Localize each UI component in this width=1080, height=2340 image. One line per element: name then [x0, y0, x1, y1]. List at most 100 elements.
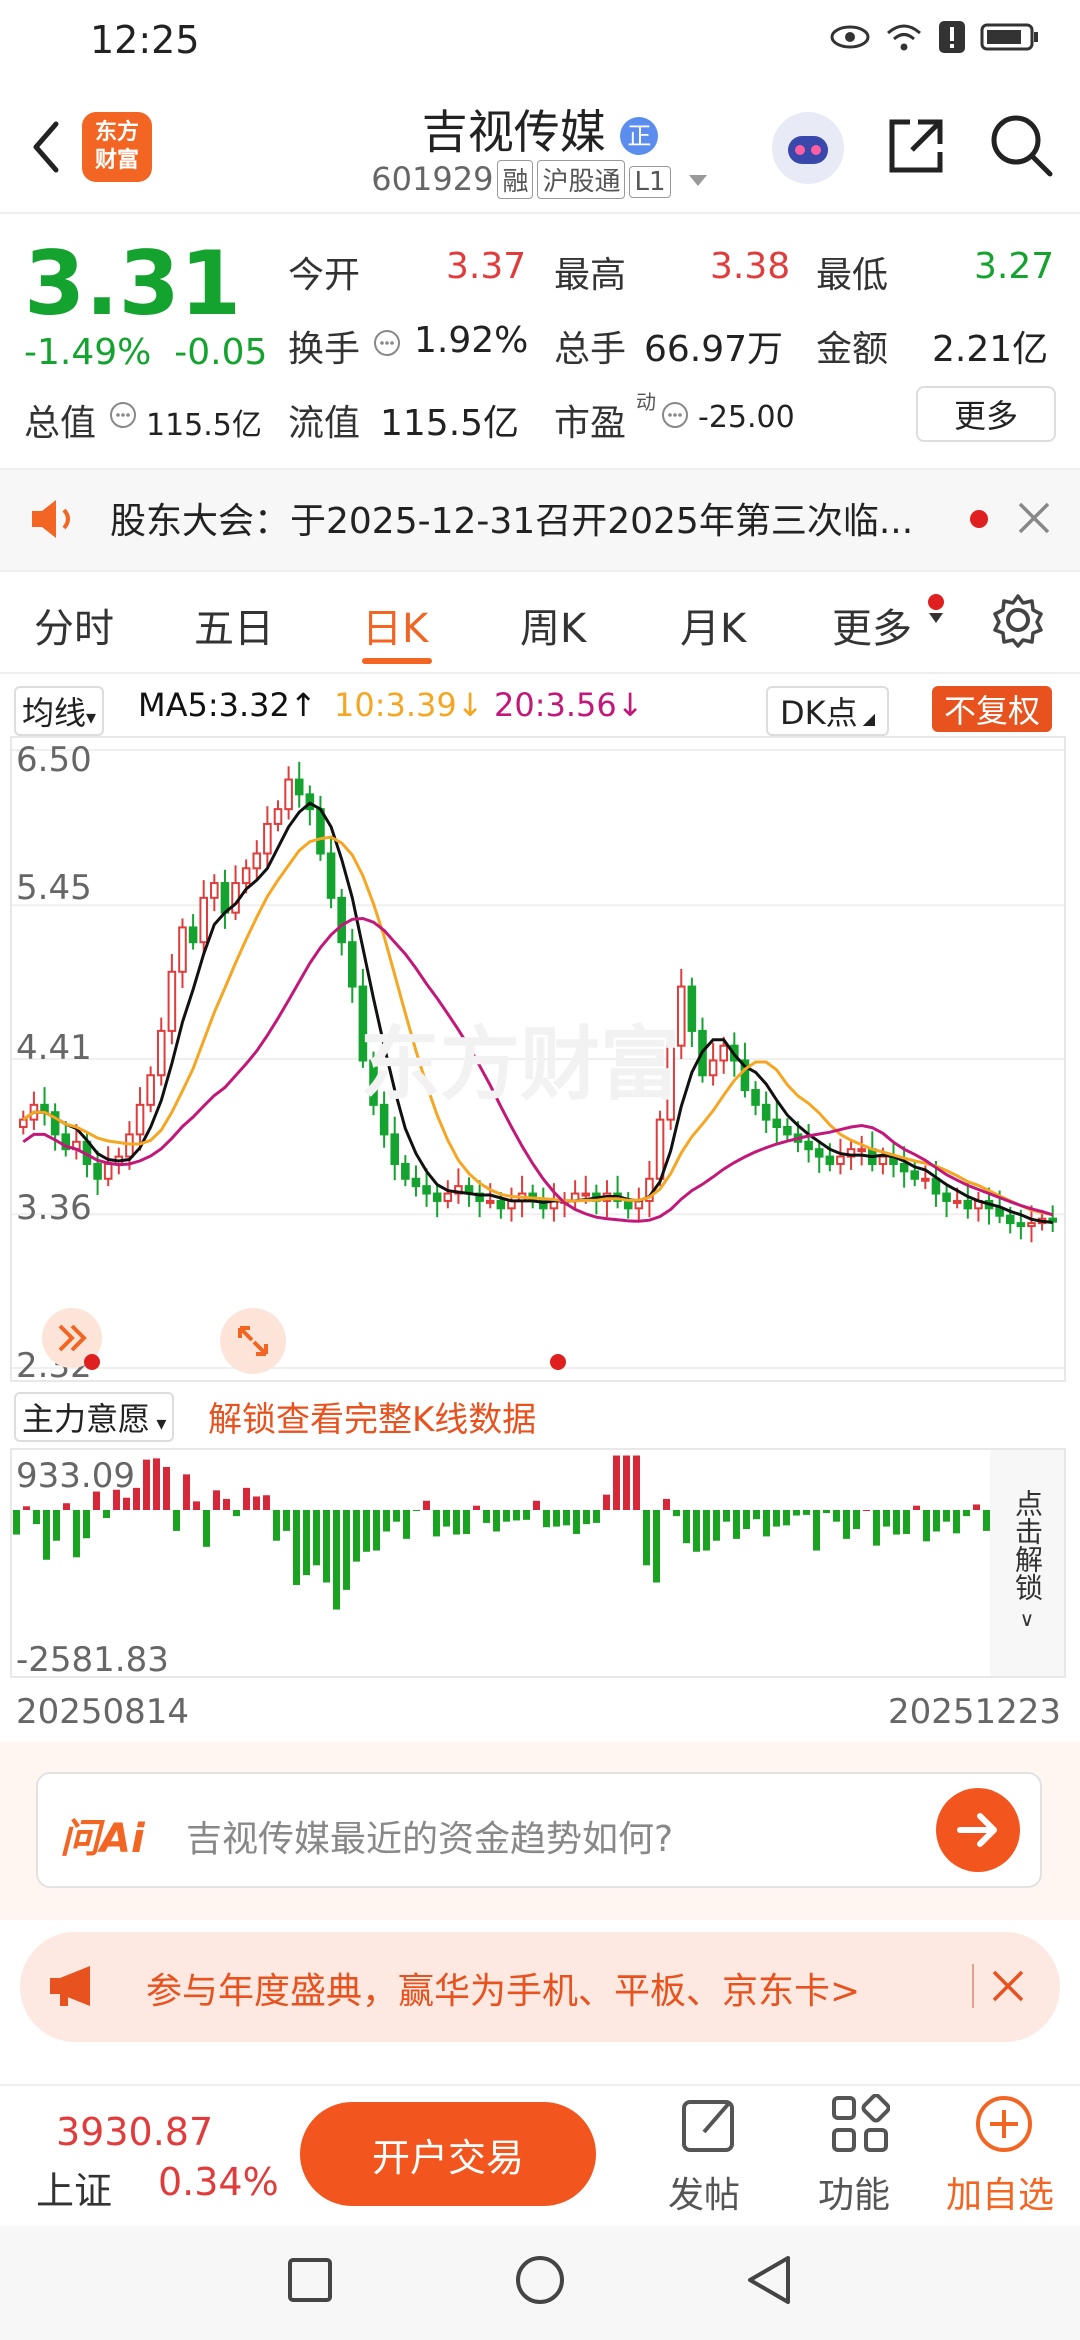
- function-grid-icon[interactable]: [830, 2094, 890, 2154]
- candle-body: [443, 1192, 453, 1202]
- robot-avatar-icon[interactable]: [770, 110, 846, 186]
- candle-body: [284, 778, 293, 811]
- candle-body: [326, 852, 336, 899]
- candle-body: [252, 852, 262, 870]
- indicator-bar: [743, 1509, 750, 1530]
- function-label[interactable]: 功能: [818, 2166, 890, 2218]
- indicator-bar: [613, 1455, 620, 1510]
- indicator-bar: [13, 1509, 20, 1535]
- megaphone-icon: [50, 1966, 90, 2006]
- indicator-bar: [903, 1509, 910, 1534]
- candle-body: [135, 1103, 145, 1136]
- add-watch-label[interactable]: 加自选: [946, 2166, 1054, 2218]
- pe-label: 市盈: [554, 403, 627, 444]
- float-value: 115.5亿: [380, 403, 520, 444]
- indicator-bar: [683, 1509, 690, 1544]
- fullscreen-icon[interactable]: [218, 1306, 288, 1376]
- close-icon[interactable]: [990, 1968, 1026, 2004]
- indicator-bar: [33, 1509, 40, 1525]
- indicator-bar: [673, 1509, 680, 1517]
- candle-body: [273, 808, 283, 825]
- promo-text: 参与年度盛典，赢华为手机、平板、京东卡>: [146, 1971, 861, 2012]
- recents-icon[interactable]: [286, 2256, 334, 2304]
- candle-body: [708, 1059, 718, 1077]
- ai-label: 问Ai: [60, 1816, 145, 1862]
- more-button[interactable]: 更多: [916, 386, 1056, 442]
- close-icon[interactable]: [1016, 500, 1052, 536]
- stock-code: 601929: [371, 160, 494, 198]
- ma-select-label: 均线: [22, 694, 87, 732]
- notice-text: 股东大会：于2025-12-31召开2025年第三次临...: [110, 501, 914, 542]
- tab-timeshare[interactable]: 分时: [34, 596, 114, 654]
- tab-weekly-k[interactable]: 周K: [520, 596, 586, 654]
- indicator-bar: [933, 1509, 940, 1532]
- ai-question: 吉视传媒最近的资金趋势如何?: [186, 1819, 674, 1860]
- candle-body: [263, 822, 272, 855]
- tag-level: L1: [629, 166, 671, 198]
- tab-five-day[interactable]: 五日: [194, 596, 274, 654]
- indicator-bar: [63, 1503, 70, 1510]
- candle-body: [496, 1199, 506, 1210]
- indicator-bar: [763, 1509, 770, 1537]
- post-label[interactable]: 发帖: [668, 2166, 740, 2218]
- add-watch-icon[interactable]: [974, 2094, 1034, 2154]
- unlock-side-panel[interactable]: 点击解锁 ∨: [990, 1450, 1064, 1676]
- indicator-bar: [723, 1509, 730, 1522]
- status-time: 12:25: [90, 18, 200, 62]
- candle-body: [952, 1199, 962, 1204]
- tab-daily-k[interactable]: 日K: [362, 596, 428, 654]
- tab-more[interactable]: 更多: [832, 596, 912, 654]
- tab-monthly-k[interactable]: 月K: [680, 596, 746, 654]
- mktcap-value: 115.5亿: [146, 408, 262, 443]
- high-value: 3.38: [710, 246, 791, 287]
- indicator-bar: [833, 1509, 840, 1522]
- indicator-bar: [363, 1509, 370, 1552]
- indicator-bar: [913, 1505, 920, 1510]
- indicator-bar: [453, 1509, 460, 1535]
- unlock-link[interactable]: 解锁查看完整K线数据: [208, 1392, 536, 1441]
- indicator-bar: [183, 1474, 190, 1510]
- indicator-bar: [423, 1500, 430, 1510]
- indicator-bar: [243, 1487, 250, 1510]
- home-icon[interactable]: [514, 2254, 566, 2306]
- indicator-bar: [813, 1509, 820, 1551]
- change-line: -1.49% -0.05: [24, 332, 267, 373]
- adjust-button[interactable]: 不复权: [932, 686, 1053, 732]
- indicator-bar: [253, 1496, 260, 1510]
- share-icon[interactable]: [884, 114, 948, 178]
- candle-body: [432, 1192, 442, 1202]
- candle-body: [772, 1118, 782, 1129]
- mktcap-label: 总值: [24, 403, 97, 444]
- candle-body: [825, 1155, 835, 1165]
- arrow-right-icon[interactable]: [936, 1788, 1020, 1872]
- indicator-bar: [103, 1509, 110, 1518]
- info-icon[interactable]: [108, 400, 138, 430]
- search-icon[interactable]: [988, 112, 1054, 178]
- indicator-bar: [373, 1509, 380, 1551]
- settings-gear-icon[interactable]: [990, 592, 1046, 648]
- info-icon[interactable]: [372, 328, 402, 358]
- indicator-label: 主力意愿: [22, 1400, 151, 1438]
- nav-back-icon[interactable]: [744, 2254, 794, 2306]
- ma-selector[interactable]: 均线▾: [14, 686, 105, 736]
- alert-icon: [939, 21, 965, 53]
- volume-label: 总手: [554, 329, 627, 370]
- post-edit-icon[interactable]: [680, 2094, 740, 2154]
- dk-point-button[interactable]: DK点 ◢: [766, 686, 890, 736]
- float-label: 流值: [288, 403, 361, 444]
- indicator-bar: [733, 1509, 740, 1539]
- indicator-bar: [413, 1509, 420, 1511]
- candle-body: [719, 1044, 729, 1062]
- low-value: 3.27: [974, 246, 1055, 287]
- index-value[interactable]: 3930.87: [56, 2110, 213, 2154]
- indicator-selector[interactable]: 主力意愿 ▾: [14, 1392, 175, 1442]
- candle-body: [931, 1177, 941, 1195]
- indicator-bar: [753, 1509, 760, 1520]
- trade-button[interactable]: 开户交易: [300, 2102, 596, 2206]
- indicator-bar: [603, 1494, 610, 1510]
- candle-body: [422, 1185, 431, 1195]
- indicator-bar: [923, 1509, 930, 1542]
- info-icon[interactable]: [660, 400, 690, 430]
- candle-body: [294, 778, 304, 796]
- indicator-bar: [323, 1509, 330, 1583]
